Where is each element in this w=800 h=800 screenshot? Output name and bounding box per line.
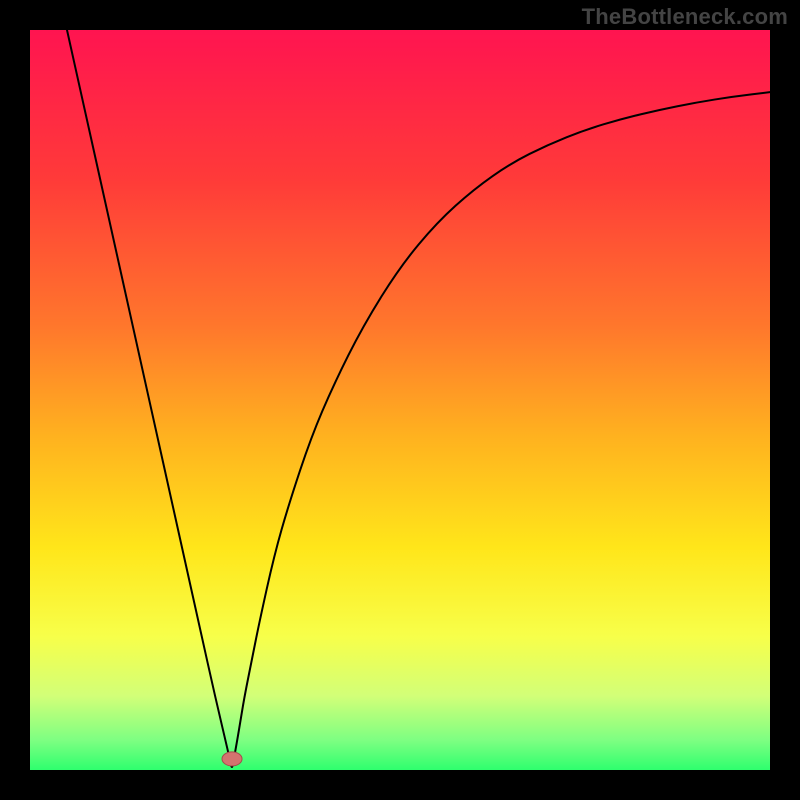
gradient-background <box>30 30 770 770</box>
optimal-point-marker <box>222 752 242 766</box>
plot-area <box>30 30 770 770</box>
bottleneck-curve-chart <box>30 30 770 770</box>
chart-frame: TheBottleneck.com <box>0 0 800 800</box>
watermark-text: TheBottleneck.com <box>582 4 788 30</box>
